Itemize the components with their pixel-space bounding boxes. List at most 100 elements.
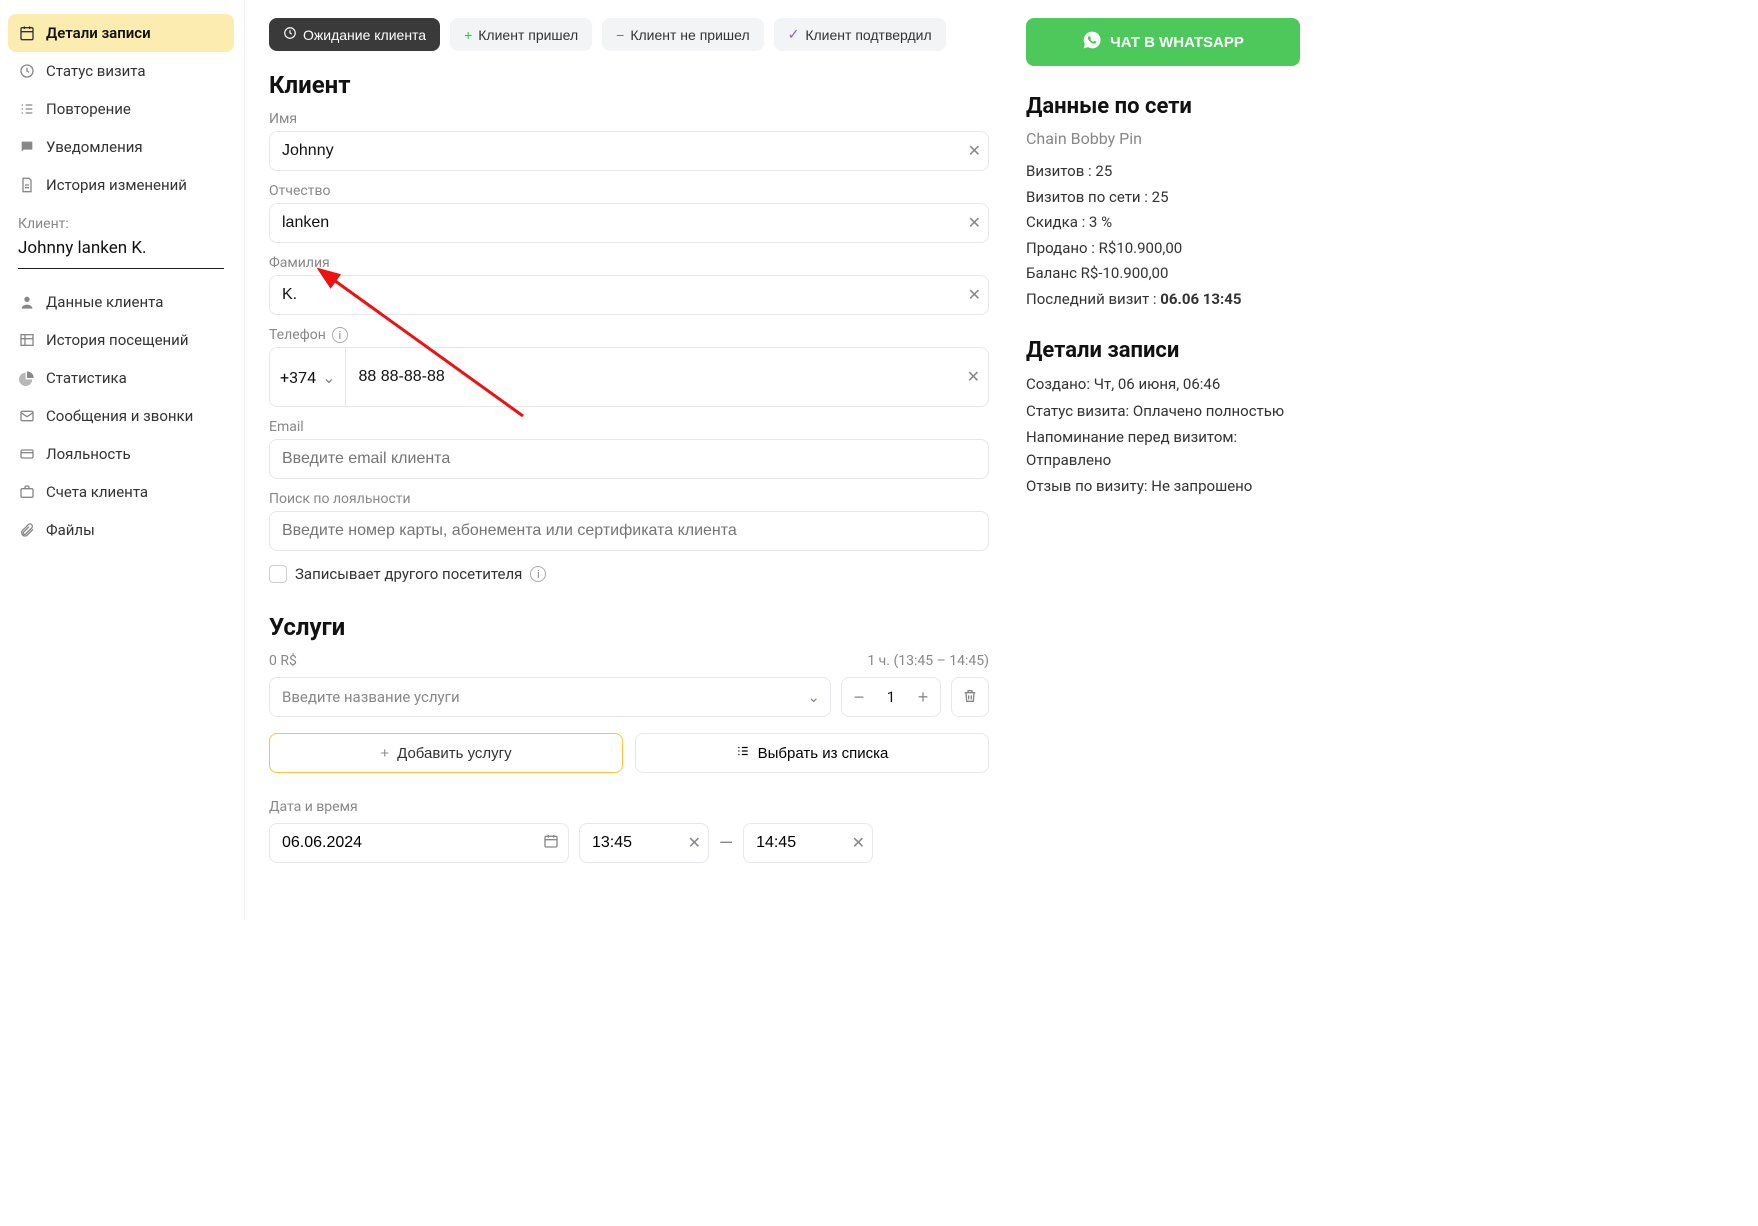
clear-icon[interactable]: ✕ [688, 833, 701, 853]
detail-review: Отзыв по визиту: Не запрошено [1026, 475, 1300, 498]
records-other-row: Записывает другого посетителя i [269, 565, 989, 583]
document-icon [18, 176, 36, 194]
patronymic-label: Отчество [269, 183, 989, 199]
choose-service-button[interactable]: Выбрать из списка [635, 733, 989, 773]
quantity-stepper: − 1 + [841, 677, 941, 717]
stat-sold: Продано : R$10.900,00 [1026, 237, 1300, 260]
piechart-icon [18, 369, 36, 387]
sidebar-label: Файлы [46, 521, 95, 539]
email-label: Email [269, 419, 989, 435]
sidebar-label: Статус визита [46, 62, 146, 80]
stat-discount: Скидка : 3 % [1026, 211, 1300, 234]
surname-label: Фамилия [269, 255, 989, 271]
phone-input[interactable] [358, 358, 954, 396]
detail-status: Статус визита: Оплачено полностью [1026, 400, 1300, 423]
qty-minus-button[interactable]: − [842, 678, 876, 716]
sidebar-label: Сообщения и звонки [46, 407, 193, 425]
stat-balance: Баланс R$-10.900,00 [1026, 262, 1300, 285]
client-heading: Клиент [269, 71, 989, 99]
sidebar-label: Лояльность [46, 445, 131, 463]
clear-icon[interactable]: ✕ [852, 833, 865, 853]
sidebar-item-notifications[interactable]: Уведомления [8, 128, 234, 166]
plus-icon: + [464, 27, 472, 43]
phone-code-select[interactable]: +374 ⌄ [269, 347, 345, 407]
status-label: Ожидание клиента [303, 27, 426, 43]
sidebar-item-statistics[interactable]: Статистика [8, 359, 234, 397]
sidebar-item-loyalty[interactable]: Лояльность [8, 435, 234, 473]
stat-last-value: 06.06 13:45 [1160, 290, 1241, 308]
loyalty-input[interactable] [269, 511, 989, 551]
info-icon[interactable]: i [332, 327, 348, 343]
info-icon[interactable]: i [530, 566, 546, 582]
whatsapp-label: ЧАТ В WHATSAPP [1110, 34, 1244, 51]
add-service-button[interactable]: + Добавить услугу [269, 733, 623, 773]
sidebar-client-name: Johnny lanken K. [8, 234, 234, 264]
services-price: 0 R$ [269, 653, 297, 669]
details-heading: Детали записи [1026, 338, 1300, 363]
sidebar-label: Счета клиента [46, 483, 148, 501]
delete-service-button[interactable] [951, 677, 989, 717]
name-input[interactable] [269, 131, 989, 171]
surname-input[interactable] [269, 275, 989, 315]
sidebar-item-visit-history[interactable]: История посещений [8, 321, 234, 359]
whatsapp-button[interactable]: ЧАТ В WHATSAPP [1026, 18, 1300, 66]
date-input[interactable] [269, 823, 569, 863]
status-waiting-button[interactable]: Ожидание клиента [269, 18, 440, 51]
sidebar: Детали записи Статус визита Повторение У… [0, 0, 245, 920]
status-label: Клиент не пришел [630, 27, 749, 43]
qty-plus-button[interactable]: + [906, 678, 940, 716]
clear-icon[interactable]: ✕ [968, 141, 981, 161]
status-confirmed-button[interactable]: ✓ Клиент подтвердил [774, 18, 946, 51]
add-service-label: Добавить услугу [397, 745, 512, 762]
clear-icon[interactable]: ✕ [968, 285, 981, 305]
sidebar-item-repeat[interactable]: Повторение [8, 90, 234, 128]
right-panel: ЧАТ В WHATSAPP Данные по сети Chain Bobb… [1020, 0, 1320, 920]
sidebar-label: Детали записи [46, 24, 151, 42]
sidebar-label: Данные клиента [46, 293, 163, 311]
clear-icon[interactable]: ✕ [968, 213, 981, 233]
sidebar-item-files[interactable]: Файлы [8, 511, 234, 549]
records-other-checkbox[interactable] [269, 565, 287, 583]
sidebar-label: История посещений [46, 331, 189, 349]
chevron-down-icon: ⌄ [807, 688, 820, 706]
stat-visits-net: Визитов по сети : 25 [1026, 186, 1300, 209]
sidebar-item-messages[interactable]: Сообщения и звонки [8, 397, 234, 435]
chain-name: Chain Bobby Pin [1026, 129, 1300, 148]
records-other-label: Записывает другого посетителя [295, 565, 522, 583]
qty-value: 1 [876, 688, 906, 706]
sidebar-item-status[interactable]: Статус визита [8, 52, 234, 90]
status-arrived-button[interactable]: + Клиент пришел [450, 18, 592, 51]
envelope-icon [18, 407, 36, 425]
sidebar-item-history[interactable]: История изменений [8, 166, 234, 204]
sidebar-label: История изменений [46, 176, 187, 194]
clear-icon[interactable]: ✕ [967, 367, 980, 387]
sidebar-item-details[interactable]: Детали записи [8, 14, 234, 52]
list-icon [18, 100, 36, 118]
calendar-grid-icon [18, 24, 36, 42]
services-heading: Услуги [269, 613, 989, 641]
sidebar-label: Повторение [46, 100, 131, 118]
card-icon [18, 445, 36, 463]
sidebar-label: Уведомления [46, 138, 143, 156]
name-label: Имя [269, 111, 989, 127]
patronymic-input[interactable] [269, 203, 989, 243]
services-duration: 1 ч. (13:45 – 14:45) [867, 653, 989, 669]
status-noshow-button[interactable]: − Клиент не пришел [602, 18, 763, 51]
chevron-down-icon: ⌄ [322, 368, 335, 387]
plus-icon: + [380, 745, 389, 762]
service-select[interactable]: Введите название услуги ⌄ [269, 677, 831, 717]
choose-service-label: Выбрать из списка [758, 745, 889, 762]
person-icon [18, 293, 36, 311]
stat-last-label: Последний визит : [1026, 290, 1160, 308]
check-icon: ✓ [788, 26, 800, 43]
calendar-icon[interactable] [543, 833, 559, 853]
stat-visits: Визитов : 25 [1026, 160, 1300, 183]
minus-icon: − [616, 27, 624, 43]
detail-created: Создано: Чт, 06 июня, 06:46 [1026, 373, 1300, 396]
email-input[interactable] [269, 439, 989, 479]
main-content: Ожидание клиента + Клиент пришел − Клиен… [245, 0, 1020, 920]
sidebar-item-client-data[interactable]: Данные клиента [8, 283, 234, 321]
sidebar-item-invoices[interactable]: Счета клиента [8, 473, 234, 511]
table-icon [18, 331, 36, 349]
whatsapp-icon [1082, 30, 1102, 54]
